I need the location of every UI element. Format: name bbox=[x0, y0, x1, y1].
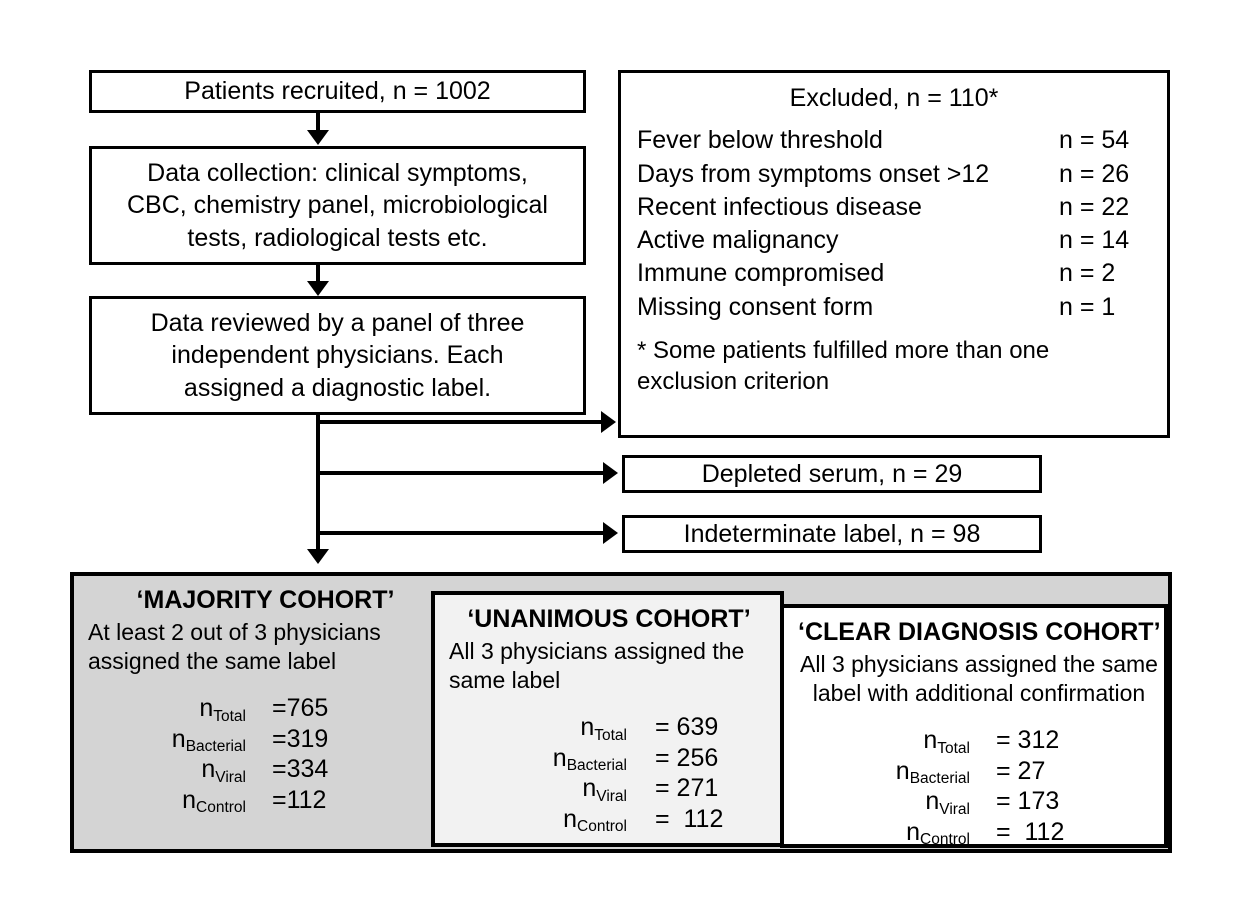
step1-label: Patients recruited, n = 1002 bbox=[184, 77, 491, 106]
arrowhead-step2-step3 bbox=[307, 281, 329, 296]
cohort-box-unanimous: ‘UNANIMOUS COHORT’ All 3 physicians assi… bbox=[431, 591, 784, 847]
stat-key: nViral bbox=[925, 787, 970, 818]
indeterminate-label: Indeterminate label, n = 98 bbox=[683, 519, 981, 548]
step-box-data-collection: Data collection: clinical symptoms, CBC,… bbox=[89, 146, 586, 265]
excluded-row: Days from symptoms onset >12 n = 26 bbox=[637, 158, 1151, 191]
excluded-title: Excluded, n = 110* bbox=[789, 84, 999, 112]
stat-value: = 173 bbox=[996, 787, 1060, 816]
cohort-description-unanimous: All 3 physicians assigned the same label bbox=[449, 637, 745, 694]
cohort-stats-unanimous: nTotal = 639 nBacterial = 256 nViral = 2… bbox=[449, 712, 766, 836]
stat-row: nBacterial = 27 bbox=[838, 756, 1150, 788]
branch-line-indeterminate bbox=[318, 531, 605, 535]
branch-line-excluded bbox=[318, 420, 603, 424]
stat-value: = 27 bbox=[996, 756, 1046, 785]
arrowhead-trunk-to-cohorts bbox=[307, 549, 329, 564]
stat-value: = 639 bbox=[655, 713, 719, 742]
excluded-row-count: n = 2 bbox=[1059, 259, 1116, 288]
excluded-row-count: n = 1 bbox=[1059, 292, 1116, 321]
stat-key: nBacterial bbox=[552, 743, 627, 775]
excluded-row: Active malignancy n = 14 bbox=[637, 224, 1151, 257]
excluded-row-count: n = 54 bbox=[1059, 126, 1130, 155]
excluded-row: Fever below threshold n = 54 bbox=[637, 124, 1151, 157]
stat-value: = 256 bbox=[655, 743, 719, 772]
stat-key: nBacterial bbox=[895, 756, 970, 788]
depleted-serum-label: Depleted serum, n = 29 bbox=[701, 459, 963, 488]
excluded-row-label: Recent infectious disease bbox=[637, 192, 922, 221]
step-box-patients-recruited: Patients recruited, n = 1002 bbox=[89, 70, 586, 113]
branch-box-indeterminate: Indeterminate label, n = 98 bbox=[622, 515, 1042, 553]
stat-row: nViral = 271 bbox=[497, 773, 766, 805]
stat-key: nBacterial bbox=[171, 724, 246, 756]
excluded-panel: Excluded, n = 110* Fever below threshold… bbox=[618, 70, 1170, 438]
step-box-data-reviewed: Data reviewed by a panel of three indepe… bbox=[89, 296, 586, 415]
stat-row: nControl = 112 bbox=[497, 804, 766, 836]
stat-key: nControl bbox=[563, 804, 627, 836]
stat-value: =765 bbox=[272, 694, 329, 723]
cohort-stats-clear-diagnosis: nTotal = 312 nBacterial = 27 nViral = 17… bbox=[798, 725, 1150, 849]
stat-row: nControl = 112 bbox=[838, 817, 1150, 849]
excluded-row: Missing consent form n = 1 bbox=[637, 291, 1151, 324]
stat-key: nControl bbox=[906, 817, 970, 849]
arrowhead-step1-step2 bbox=[307, 130, 329, 145]
excluded-row-label: Missing consent form bbox=[637, 292, 874, 321]
flowchart-canvas: Patients recruited, n = 1002 Data collec… bbox=[0, 0, 1240, 901]
stat-key: nViral bbox=[201, 755, 246, 786]
cohort-title-clear-diagnosis: ‘CLEAR DIAGNOSIS COHORT’ bbox=[798, 618, 1161, 646]
stat-row: nViral = 173 bbox=[838, 786, 1150, 818]
stat-value: = 271 bbox=[655, 774, 719, 803]
stat-key: nTotal bbox=[580, 713, 627, 744]
excluded-row-count: n = 14 bbox=[1059, 226, 1130, 254]
excluded-row-label: Immune compromised bbox=[637, 259, 885, 288]
excluded-row-count: n = 22 bbox=[1059, 192, 1130, 221]
cohort-description-majority: At least 2 out of 3 physicians assigned … bbox=[88, 618, 381, 675]
stat-key: nTotal bbox=[199, 694, 246, 725]
excluded-footnote: * Some patients fulfilled more than one … bbox=[637, 336, 1050, 395]
stat-row: nBacterial = 256 bbox=[497, 743, 766, 775]
stat-value: = 112 bbox=[655, 804, 724, 833]
stat-value: = 112 bbox=[996, 817, 1065, 846]
excluded-row: Recent infectious disease n = 22 bbox=[637, 191, 1151, 224]
stat-key: nControl bbox=[182, 785, 246, 817]
step3-label: Data reviewed by a panel of three indepe… bbox=[150, 308, 525, 402]
stat-key: nTotal bbox=[923, 726, 970, 757]
excluded-row-label: Active malignancy bbox=[637, 226, 839, 254]
stat-value: =334 bbox=[272, 755, 329, 784]
step2-label: Data collection: clinical symptoms, CBC,… bbox=[127, 158, 548, 252]
stat-row: nTotal = 312 bbox=[838, 725, 1150, 757]
excluded-row: Immune compromised n = 2 bbox=[637, 257, 1151, 290]
stat-value: =319 bbox=[272, 724, 329, 753]
stat-row: nTotal = 639 bbox=[497, 712, 766, 744]
arrowhead-depleted-serum bbox=[603, 462, 618, 484]
arrowhead-indeterminate bbox=[603, 522, 618, 544]
branch-line-depleted-serum bbox=[318, 471, 605, 475]
excluded-row-count: n = 26 bbox=[1059, 159, 1130, 188]
cohort-box-clear-diagnosis: ‘CLEAR DIAGNOSIS COHORT’ All 3 physician… bbox=[780, 604, 1168, 848]
cohort-title-majority: ‘MAJORITY COHORT’ bbox=[136, 586, 395, 614]
stat-value: = 312 bbox=[996, 726, 1060, 755]
cohort-title-unanimous: ‘UNANIMOUS COHORT’ bbox=[467, 605, 751, 633]
branch-box-depleted-serum: Depleted serum, n = 29 bbox=[622, 455, 1042, 493]
stat-key: nViral bbox=[582, 774, 627, 805]
excluded-row-label: Fever below threshold bbox=[637, 126, 883, 155]
stat-value: =112 bbox=[272, 785, 327, 814]
arrowhead-excluded bbox=[601, 411, 616, 433]
excluded-row-label: Days from symptoms onset >12 bbox=[637, 159, 990, 188]
cohort-description-clear-diagnosis: All 3 physicians assigned the same label… bbox=[800, 650, 1158, 707]
